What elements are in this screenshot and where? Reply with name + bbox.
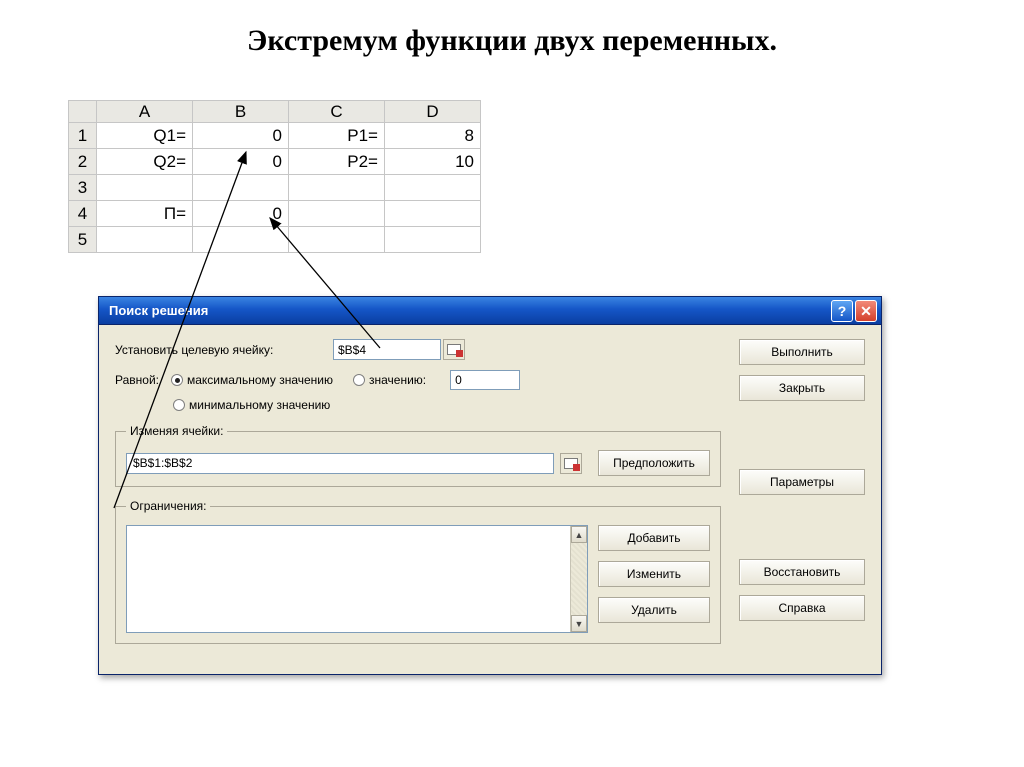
row-header[interactable]: 5 [69,227,97,253]
constraints-group: Ограничения: ▲ ▼ Добавить Изменить Удали… [115,499,721,644]
range-picker-icon [447,344,461,355]
table-row: 4 П= 0 [69,201,481,227]
col-header-C[interactable]: C [289,101,385,123]
cell[interactable]: P2= [289,149,385,175]
scroll-down-icon[interactable]: ▼ [571,615,587,632]
changing-cells-legend: Изменяя ячейки: [126,424,227,438]
constraints-legend: Ограничения: [126,499,210,513]
help-button[interactable]: Справка [739,595,865,621]
cell[interactable] [97,227,193,253]
add-button[interactable]: Добавить [598,525,710,551]
cell[interactable]: 8 [385,123,481,149]
close-button[interactable]: Закрыть [739,375,865,401]
titlebar[interactable]: Поиск решения ? ✕ [99,297,881,325]
cell[interactable]: 0 [193,123,289,149]
equal-label: Равной: [115,373,171,387]
changing-cells-input[interactable] [126,453,554,474]
value-input[interactable] [450,370,520,390]
range-picker-icon [564,458,578,469]
run-button[interactable]: Выполнить [739,339,865,365]
page-title: Экстремум функции двух переменных. [0,0,1024,74]
col-header-A[interactable]: A [97,101,193,123]
solver-dialog: Поиск решения ? ✕ Установить целевую яче… [98,296,882,675]
table-row: 5 [69,227,481,253]
table-row: 2 Q2= 0 P2= 10 [69,149,481,175]
radio-icon [171,374,183,386]
radio-max[interactable]: максимальному значению [171,373,333,387]
radio-min-label: минимальному значению [189,398,330,412]
cell[interactable] [97,175,193,201]
guess-button[interactable]: Предположить [598,450,710,476]
cell[interactable] [193,227,289,253]
cell[interactable]: Q2= [97,149,193,175]
cell[interactable]: 0 [193,149,289,175]
cell[interactable] [289,175,385,201]
spreadsheet: A B C D 1 Q1= 0 P1= 8 2 Q2= 0 P2= 10 3 [68,100,481,253]
row-header[interactable]: 1 [69,123,97,149]
radio-icon [353,374,365,386]
col-header-B[interactable]: B [193,101,289,123]
row-header[interactable]: 3 [69,175,97,201]
cell[interactable]: 10 [385,149,481,175]
radio-icon [173,399,185,411]
cell[interactable] [289,227,385,253]
scroll-track[interactable] [571,543,587,615]
radio-value[interactable]: значению: [353,373,426,387]
scrollbar[interactable]: ▲ ▼ [570,526,587,632]
dialog-title: Поиск решения [109,303,831,318]
cell[interactable] [385,175,481,201]
row-header[interactable]: 4 [69,201,97,227]
cell[interactable] [385,227,481,253]
cell[interactable] [193,175,289,201]
cell[interactable] [385,201,481,227]
changing-cells-group: Изменяя ячейки: Предположить [115,424,721,487]
target-cell-input[interactable] [333,339,441,360]
cell[interactable]: П= [97,201,193,227]
target-cell-label: Установить целевую ячейку: [115,343,333,357]
cell[interactable]: Q1= [97,123,193,149]
change-button[interactable]: Изменить [598,561,710,587]
reset-button[interactable]: Восстановить [739,559,865,585]
table-row: 3 [69,175,481,201]
range-picker-button[interactable] [443,339,465,360]
table-row: 1 Q1= 0 P1= 8 [69,123,481,149]
col-header-D[interactable]: D [385,101,481,123]
corner-cell[interactable] [69,101,97,123]
cell[interactable]: 0 [193,201,289,227]
delete-button[interactable]: Удалить [598,597,710,623]
radio-max-label: максимальному значению [187,373,333,387]
constraints-listbox[interactable]: ▲ ▼ [126,525,588,633]
scroll-up-icon[interactable]: ▲ [571,526,587,543]
params-button[interactable]: Параметры [739,469,865,495]
help-icon[interactable]: ? [831,300,853,322]
cell[interactable]: P1= [289,123,385,149]
range-picker-button[interactable] [560,453,582,474]
row-header[interactable]: 2 [69,149,97,175]
cell[interactable] [289,201,385,227]
radio-value-label: значению: [369,373,426,387]
radio-min[interactable]: минимальному значению [173,398,330,412]
close-icon[interactable]: ✕ [855,300,877,322]
